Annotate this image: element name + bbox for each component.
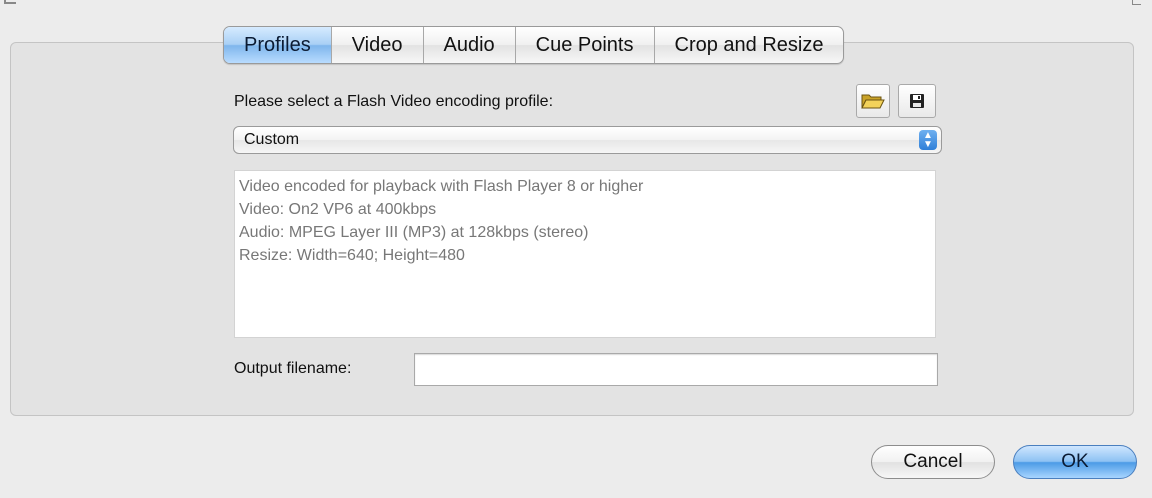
- tab-profiles[interactable]: Profiles: [224, 27, 332, 63]
- tab-audio[interactable]: Audio: [424, 27, 516, 63]
- save-profile-button[interactable]: [898, 84, 936, 118]
- chevron-updown-icon: ▲ ▼: [919, 130, 937, 150]
- window-corner-left: [4, 0, 16, 4]
- tab-cue-points[interactable]: Cue Points: [516, 27, 655, 63]
- open-folder-icon: [861, 94, 885, 109]
- ok-button[interactable]: OK: [1013, 445, 1137, 479]
- description-line: Video encoded for playback with Flash Pl…: [239, 178, 644, 195]
- description-line: Video: On2 VP6 at 400kbps: [239, 201, 437, 218]
- profile-prompt-label: Please select a Flash Video encoding pro…: [234, 93, 554, 110]
- output-filename-label: Output filename:: [234, 360, 352, 377]
- tab-crop-and-resize[interactable]: Crop and Resize: [655, 27, 844, 63]
- profile-select-value: Custom: [244, 131, 300, 148]
- description-line: Audio: MPEG Layer III (MP3) at 128kbps (…: [239, 224, 589, 241]
- save-disk-icon: [910, 94, 924, 108]
- window-corner-right: [1132, 0, 1144, 6]
- profile-description: Video encoded for playback with Flash Pl…: [234, 170, 936, 338]
- profile-select[interactable]: Custom ▲ ▼: [233, 126, 942, 154]
- tab-bar: Profiles Video Audio Cue Points Crop and…: [223, 26, 845, 64]
- cancel-button[interactable]: Cancel: [871, 445, 995, 479]
- tab-video[interactable]: Video: [332, 27, 424, 63]
- output-filename-field[interactable]: [414, 353, 938, 386]
- open-profile-button[interactable]: [856, 84, 890, 118]
- description-line: Resize: Width=640; Height=480: [239, 247, 465, 264]
